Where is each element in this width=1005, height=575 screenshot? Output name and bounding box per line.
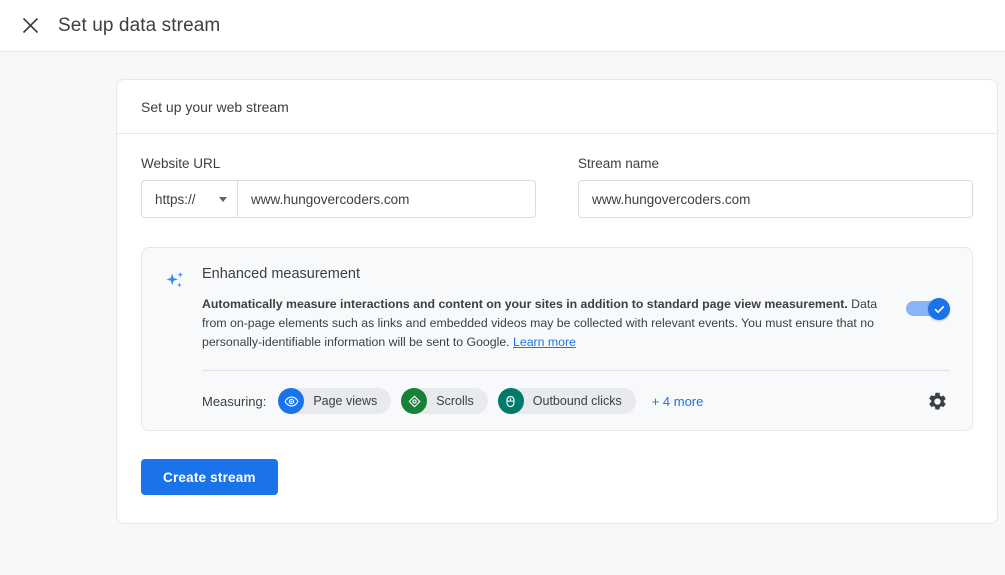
measuring-row: Measuring: Page views bbox=[202, 388, 950, 414]
url-scheme-value: https:// bbox=[155, 192, 196, 207]
enhanced-measurement-panel: Enhanced measurement Automatically measu… bbox=[141, 247, 973, 431]
description-bold: Automatically measure interactions and c… bbox=[202, 297, 848, 311]
top-bar: Set up data stream bbox=[0, 0, 1005, 52]
stream-name-label: Stream name bbox=[578, 156, 973, 171]
chip-scrolls[interactable]: Scrolls bbox=[401, 388, 488, 414]
enhanced-measurement-description: Automatically measure interactions and c… bbox=[202, 295, 890, 352]
close-icon bbox=[22, 17, 39, 34]
more-chips-link[interactable]: + 4 more bbox=[652, 394, 704, 409]
create-stream-button[interactable]: Create stream bbox=[141, 459, 278, 495]
website-url-input-group: https:// bbox=[141, 180, 536, 218]
enhanced-measurement-title: Enhanced measurement bbox=[202, 266, 950, 282]
chip-outbound-clicks[interactable]: Outbound clicks bbox=[498, 388, 636, 414]
page-title: Set up data stream bbox=[58, 15, 220, 37]
stream-name-field-group: Stream name bbox=[578, 156, 973, 218]
scroll-arrows-icon bbox=[401, 388, 427, 414]
setup-card: Set up your web stream Website URL https… bbox=[116, 79, 998, 524]
sparkle-icon-wrap bbox=[164, 266, 188, 414]
measuring-label: Measuring: bbox=[202, 394, 266, 409]
learn-more-link[interactable]: Learn more bbox=[513, 335, 576, 349]
eye-icon bbox=[278, 388, 304, 414]
fields-row: Website URL https:// Stream name bbox=[141, 156, 973, 218]
website-url-label: Website URL bbox=[141, 156, 536, 171]
card-body: Website URL https:// Stream name bbox=[117, 134, 997, 523]
stream-name-input[interactable] bbox=[578, 180, 973, 218]
check-icon bbox=[933, 303, 946, 316]
chip-page-views[interactable]: Page views bbox=[278, 388, 391, 414]
toggle-thumb bbox=[928, 298, 950, 320]
page-body: Set up your web stream Website URL https… bbox=[0, 52, 1005, 575]
chip-label: Outbound clicks bbox=[533, 394, 622, 408]
gear-icon bbox=[927, 391, 948, 412]
close-button[interactable] bbox=[16, 12, 44, 40]
enhanced-measurement-toggle[interactable] bbox=[906, 298, 950, 320]
website-url-field-group: Website URL https:// bbox=[141, 156, 536, 218]
chevron-down-icon bbox=[219, 197, 227, 202]
stream-name-input-group bbox=[578, 180, 973, 218]
enhanced-measurement-settings-button[interactable] bbox=[924, 388, 950, 414]
mouse-icon bbox=[498, 388, 524, 414]
website-url-input[interactable] bbox=[237, 180, 536, 218]
panel-divider bbox=[202, 370, 950, 371]
chip-label: Scrolls bbox=[436, 394, 474, 408]
chip-label: Page views bbox=[313, 394, 377, 408]
description-row: Automatically measure interactions and c… bbox=[202, 295, 950, 352]
url-scheme-select[interactable]: https:// bbox=[141, 180, 237, 218]
card-header: Set up your web stream bbox=[117, 80, 997, 134]
sparkle-icon bbox=[164, 270, 188, 294]
enhanced-measurement-content: Enhanced measurement Automatically measu… bbox=[202, 266, 950, 414]
